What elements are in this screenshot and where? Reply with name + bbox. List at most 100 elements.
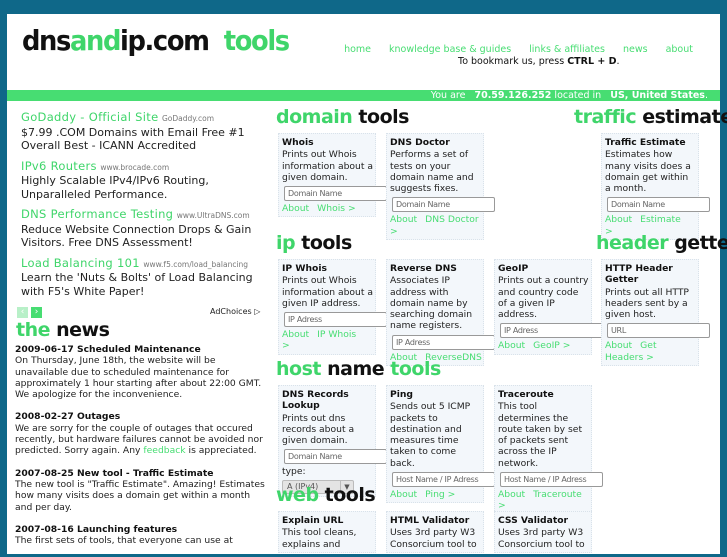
about-link[interactable]: About <box>390 489 417 500</box>
nav-home[interactable]: home <box>344 44 371 55</box>
input-placeholder: Domain Name <box>611 200 665 210</box>
about-link[interactable]: About <box>282 329 309 340</box>
heading-part: the <box>16 319 51 341</box>
logo-part: ip.com <box>120 24 210 57</box>
feedback-link[interactable]: feedback <box>143 445 185 456</box>
tool-card: Whois Prints out Whois information about … <box>278 133 387 218</box>
tool-input[interactable]: Domain Name <box>392 197 495 213</box>
ad-item[interactable]: GoDaddy - Official Site GoDaddy.com $7.99… <box>21 110 266 153</box>
news-text: On Thursday, June 18th, the website will… <box>15 355 262 401</box>
heading-part: tools <box>318 484 376 506</box>
input-placeholder: Domain Name <box>288 189 342 199</box>
ad-url: www.UltraDNS.com <box>176 211 250 220</box>
adchoices-link[interactable]: AdChoices ▷ <box>210 307 260 316</box>
tool-title: Whois <box>282 137 314 148</box>
ad-item[interactable]: IPv6 Routers www.brocade.com Highly Scala… <box>21 159 266 202</box>
news-title: 2007-08-16 Launching features <box>15 523 178 535</box>
site-logo[interactable]: dnsandip.com tools <box>22 24 290 57</box>
visitor-country: US, United States <box>610 90 705 101</box>
heading-part: ip <box>276 232 296 254</box>
prev-ad-button[interactable]: ‹ <box>17 307 28 318</box>
nav-knowledge-base[interactable]: knowledge base & guides <box>389 44 511 55</box>
section-heading: web tools <box>276 484 376 506</box>
ad-text: $7.99 .COM Domains with Email Free #1 Ov… <box>21 125 245 153</box>
tool-title: GeoIP <box>498 263 529 274</box>
ad-text: Reduce Website Connection Drops & Gain V… <box>21 222 252 250</box>
heading-part: traffic <box>574 106 637 128</box>
input-placeholder: IP Adress <box>504 326 538 336</box>
about-link[interactable]: About <box>605 214 632 225</box>
news-item: 2009-06-17 Scheduled Maintenance On Thurs… <box>15 344 265 400</box>
bookmark-text: To bookmark us, press <box>458 56 568 67</box>
main-nav: home knowledge base & guides links & aff… <box>344 44 693 55</box>
tool-description: Prints out all HTTP headers sent by a gi… <box>605 286 689 321</box>
tool-description: Performs a set of tests on your domain n… <box>390 149 474 195</box>
tool-input[interactable]: IP Adress <box>500 323 603 339</box>
tool-card: DNS Records Lookup Prints out dns records… <box>278 385 387 497</box>
tool-card: Explain URL This tool cleans, explains an… <box>278 511 376 553</box>
about-link[interactable]: About <box>498 489 525 500</box>
ad-title[interactable]: IPv6 Routers <box>21 159 97 173</box>
heading-part: tools <box>295 232 352 254</box>
heading-part: domain <box>276 106 353 128</box>
about-link[interactable]: About <box>605 340 632 351</box>
tool-card: CSS Validator Uses 3rd party W3 Consorciu… <box>494 511 592 553</box>
tool-input[interactable]: Domain Name <box>607 197 710 213</box>
input-placeholder: Host Name / IP Adress <box>504 475 587 485</box>
tool-description: Estimates how many visits does a domain … <box>605 149 691 195</box>
heading-part: estimate <box>636 106 727 128</box>
tool-card: Traceroute This tool determines the route… <box>494 385 603 515</box>
input-placeholder: Host Name / IP Adress <box>396 475 479 485</box>
ad-title[interactable]: GoDaddy - Official Site <box>21 110 158 124</box>
tool-input[interactable]: IP Adress <box>284 312 387 328</box>
tool-description: Uses 3rd party W3 Consorcium tool to <box>390 527 477 550</box>
heading-part: name <box>320 358 391 380</box>
tool-input[interactable]: URL <box>607 323 710 339</box>
input-placeholder: IP Adress <box>396 337 430 347</box>
tool-title: CSS Validator <box>498 515 569 526</box>
tool-action-link[interactable]: Whois > <box>317 203 356 214</box>
bookmark-hint: To bookmark us, press CTRL + D. <box>458 56 620 67</box>
ad-item[interactable]: Load Balancing 101 www.f5.com/load_balan… <box>21 256 266 299</box>
news-title: 2008-02-27 Outages <box>15 411 121 423</box>
news-title: 2009-06-17 Scheduled Maintenance <box>15 344 201 355</box>
logo-part: dns <box>22 24 71 57</box>
adchoices-icon: ▷ <box>254 307 261 316</box>
ad-url: GoDaddy.com <box>161 114 215 123</box>
tool-input[interactable]: Domain Name <box>284 186 387 202</box>
type-label: type: <box>282 466 306 478</box>
news-heading: the news <box>16 319 110 341</box>
tool-input[interactable]: Host Name / IP Adress <box>392 472 495 488</box>
tool-input[interactable]: Domain Name <box>284 449 387 465</box>
tool-title: Reverse DNS <box>390 263 457 274</box>
location-bar: You are 70.59.126.252 located in US, Uni… <box>7 90 720 101</box>
about-link[interactable]: About <box>282 203 309 214</box>
tool-description: Sends out 5 ICMP packets to destination … <box>390 401 471 469</box>
news-title: 2007-08-25 New tool - Traffic Estimate <box>15 467 214 479</box>
nav-news[interactable]: news <box>623 44 648 55</box>
news-item: 2007-08-25 New tool - Traffic Estimate Th… <box>15 468 265 513</box>
location-text: located in <box>551 90 605 101</box>
heading-part: host <box>276 358 321 380</box>
tool-card: Ping Sends out 5 ICMP packets to destinat… <box>386 385 495 504</box>
tool-action-link[interactable]: GeoIP > <box>533 340 570 351</box>
tool-card: GeoIP Prints out a country and country co… <box>494 259 603 355</box>
tool-card: HTML Validator Uses 3rd party W3 Consorci… <box>386 511 484 553</box>
tool-input[interactable]: IP Adress <box>392 334 495 350</box>
ad-title[interactable]: Load Balancing 101 <box>21 256 140 270</box>
nav-about[interactable]: about <box>666 44 693 55</box>
tool-input[interactable]: Host Name / IP Adress <box>500 472 603 488</box>
next-ad-button[interactable]: › <box>31 307 42 318</box>
nav-links[interactable]: links & affiliates <box>529 44 605 55</box>
ad-title[interactable]: DNS Performance Testing <box>21 207 173 221</box>
tool-action-link[interactable]: Ping > <box>425 489 455 500</box>
heading-part: web <box>276 484 319 506</box>
tool-description: This tool determines the route taken by … <box>498 401 583 469</box>
about-link[interactable]: About <box>498 340 525 351</box>
ad-item[interactable]: DNS Performance Testing www.UltraDNS.com… <box>21 207 266 250</box>
tool-description: This tool cleans, explains and <box>282 527 357 550</box>
scrollbar[interactable] <box>720 14 727 545</box>
ad-pager: ‹ › <box>17 307 42 318</box>
tool-description: Prints out Whois information about a giv… <box>282 275 374 309</box>
about-link[interactable]: About <box>390 214 417 225</box>
